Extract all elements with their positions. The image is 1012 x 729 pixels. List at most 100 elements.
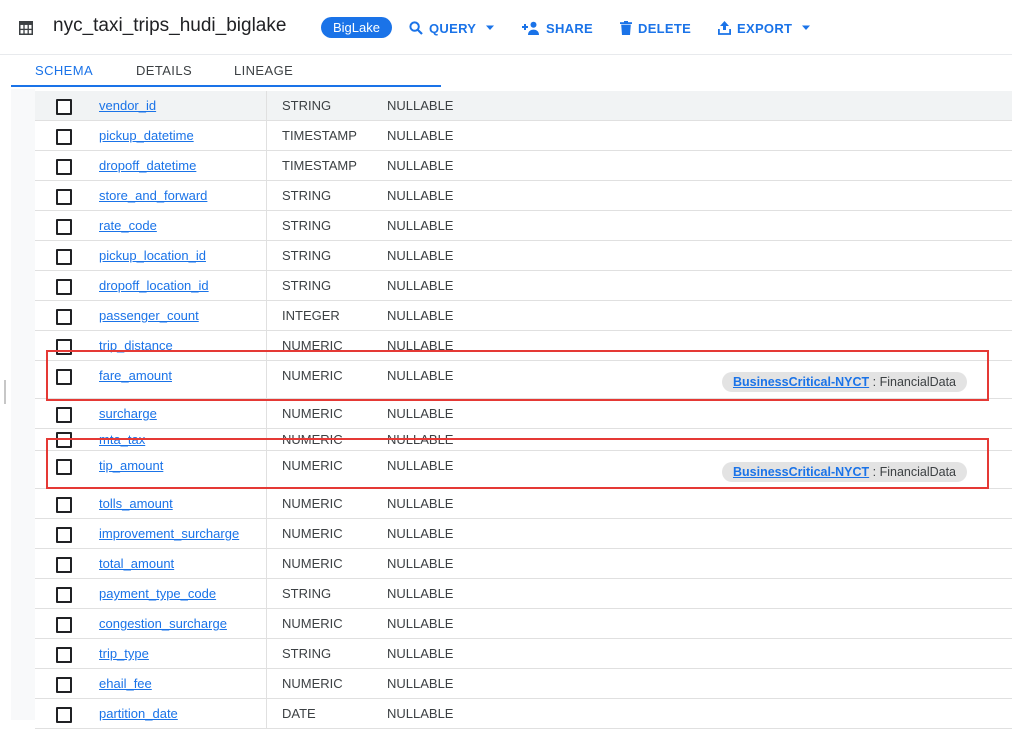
field-type: STRING — [282, 218, 332, 233]
column-divider — [266, 609, 267, 638]
field-name-link[interactable]: congestion_surcharge — [99, 609, 227, 638]
row-checkbox[interactable] — [56, 587, 72, 603]
column-divider — [266, 451, 267, 488]
resize-handle[interactable] — [4, 380, 6, 404]
export-button[interactable]: EXPORT — [718, 19, 811, 37]
field-name-link[interactable]: surcharge — [99, 399, 157, 428]
field-name-link[interactable]: partition_date — [99, 699, 178, 728]
policy-tag-link[interactable]: BusinessCritical-NYCT — [733, 375, 869, 389]
table-row: store_and_forward STRING NULLABLE — [35, 181, 1012, 211]
table-icon — [19, 21, 33, 35]
query-button[interactable]: QUERY — [409, 19, 495, 37]
column-divider — [266, 549, 267, 578]
table-row: ehail_fee NUMERIC NULLABLE — [35, 669, 1012, 699]
field-mode: NULLABLE — [387, 98, 454, 113]
field-name-link[interactable]: fare_amount — [99, 361, 172, 390]
chevron-down-icon — [486, 25, 495, 30]
table-row: trip_type STRING NULLABLE — [35, 639, 1012, 669]
policy-tag-link[interactable]: BusinessCritical-NYCT — [733, 465, 869, 479]
row-checkbox[interactable] — [56, 249, 72, 265]
field-name-link[interactable]: total_amount — [99, 549, 174, 578]
column-divider — [266, 211, 267, 240]
field-type: DATE — [282, 706, 316, 721]
share-button[interactable]: SHARE — [522, 19, 593, 37]
table-row: pickup_location_id STRING NULLABLE — [35, 241, 1012, 271]
field-name-link[interactable]: trip_type — [99, 639, 149, 668]
field-mode: NULLABLE — [387, 556, 454, 571]
table-row: tolls_amount NUMERIC NULLABLE — [35, 489, 1012, 519]
table-row: improvement_surcharge NUMERIC NULLABLE — [35, 519, 1012, 549]
upload-icon — [718, 21, 731, 35]
table-row: mta_tax NUMERIC NULLABLE — [35, 429, 1012, 451]
row-checkbox[interactable] — [56, 189, 72, 205]
row-checkbox[interactable] — [56, 677, 72, 693]
field-name-link[interactable]: ehail_fee — [99, 669, 152, 698]
field-name-link[interactable]: vendor_id — [99, 91, 156, 120]
table-row: payment_type_code STRING NULLABLE — [35, 579, 1012, 609]
row-checkbox[interactable] — [56, 617, 72, 633]
field-name-link[interactable]: improvement_surcharge — [99, 519, 239, 548]
field-type: NUMERIC — [282, 526, 343, 541]
field-type: STRING — [282, 646, 332, 661]
row-checkbox[interactable] — [56, 99, 72, 115]
field-name-link[interactable]: dropoff_location_id — [99, 271, 209, 300]
field-type: NUMERIC — [282, 368, 343, 383]
table-row: passenger_count INTEGER NULLABLE — [35, 301, 1012, 331]
field-name-link[interactable]: dropoff_datetime — [99, 151, 196, 180]
tab-details[interactable]: DETAILS — [136, 63, 192, 78]
table-row: vendor_id STRING NULLABLE — [35, 91, 1012, 121]
table-row: dropoff_datetime TIMESTAMP NULLABLE — [35, 151, 1012, 181]
row-checkbox[interactable] — [56, 432, 72, 448]
field-name-link[interactable]: tolls_amount — [99, 489, 173, 518]
column-divider — [266, 361, 267, 398]
field-type: INTEGER — [282, 308, 340, 323]
field-name-link[interactable]: pickup_datetime — [99, 121, 194, 150]
field-mode: NULLABLE — [387, 218, 454, 233]
field-name-link[interactable]: trip_distance — [99, 331, 173, 360]
field-name-link[interactable]: tip_amount — [99, 451, 163, 480]
field-type: NUMERIC — [282, 406, 343, 421]
field-name-link[interactable]: passenger_count — [99, 301, 199, 330]
row-checkbox[interactable] — [56, 407, 72, 423]
field-mode: NULLABLE — [387, 128, 454, 143]
tab-lineage[interactable]: LINEAGE — [234, 63, 293, 78]
table-row: partition_date DATE NULLABLE — [35, 699, 1012, 729]
policy-tag-chip: BusinessCritical-NYCT : FinancialData — [722, 372, 968, 392]
field-mode: NULLABLE — [387, 646, 454, 661]
row-checkbox[interactable] — [56, 369, 72, 385]
row-checkbox[interactable] — [56, 219, 72, 235]
field-name-link[interactable]: rate_code — [99, 211, 157, 240]
row-checkbox[interactable] — [56, 527, 72, 543]
tab-active-indicator — [11, 85, 441, 87]
left-gutter — [11, 89, 35, 720]
toolbar: nyc_taxi_trips_hudi_biglake BigLake QUER… — [0, 0, 1012, 55]
row-checkbox[interactable] — [56, 497, 72, 513]
field-mode: NULLABLE — [387, 248, 454, 263]
row-checkbox[interactable] — [56, 129, 72, 145]
field-mode: NULLABLE — [387, 368, 454, 383]
field-mode: NULLABLE — [387, 706, 454, 721]
field-type: STRING — [282, 248, 332, 263]
table-row: pickup_datetime TIMESTAMP NULLABLE — [35, 121, 1012, 151]
policy-tag-value: FinancialData — [879, 465, 957, 479]
row-checkbox[interactable] — [56, 339, 72, 355]
row-checkbox[interactable] — [56, 707, 72, 723]
row-checkbox[interactable] — [56, 279, 72, 295]
row-checkbox[interactable] — [56, 309, 72, 325]
field-name-link[interactable]: payment_type_code — [99, 579, 216, 608]
column-divider — [266, 639, 267, 668]
delete-button[interactable]: DELETE — [620, 19, 691, 37]
policy-tag-value: FinancialData — [879, 375, 957, 389]
field-type: STRING — [282, 278, 332, 293]
row-checkbox[interactable] — [56, 459, 72, 475]
field-name-link[interactable]: pickup_location_id — [99, 241, 206, 270]
tab-schema[interactable]: SCHEMA — [35, 63, 93, 78]
field-name-link[interactable]: store_and_forward — [99, 181, 207, 210]
row-checkbox[interactable] — [56, 159, 72, 175]
field-name-link[interactable]: mta_tax — [99, 429, 145, 450]
row-checkbox[interactable] — [56, 557, 72, 573]
table-row: total_amount NUMERIC NULLABLE — [35, 549, 1012, 579]
row-checkbox[interactable] — [56, 647, 72, 663]
field-mode: NULLABLE — [387, 526, 454, 541]
field-mode: NULLABLE — [387, 458, 454, 473]
